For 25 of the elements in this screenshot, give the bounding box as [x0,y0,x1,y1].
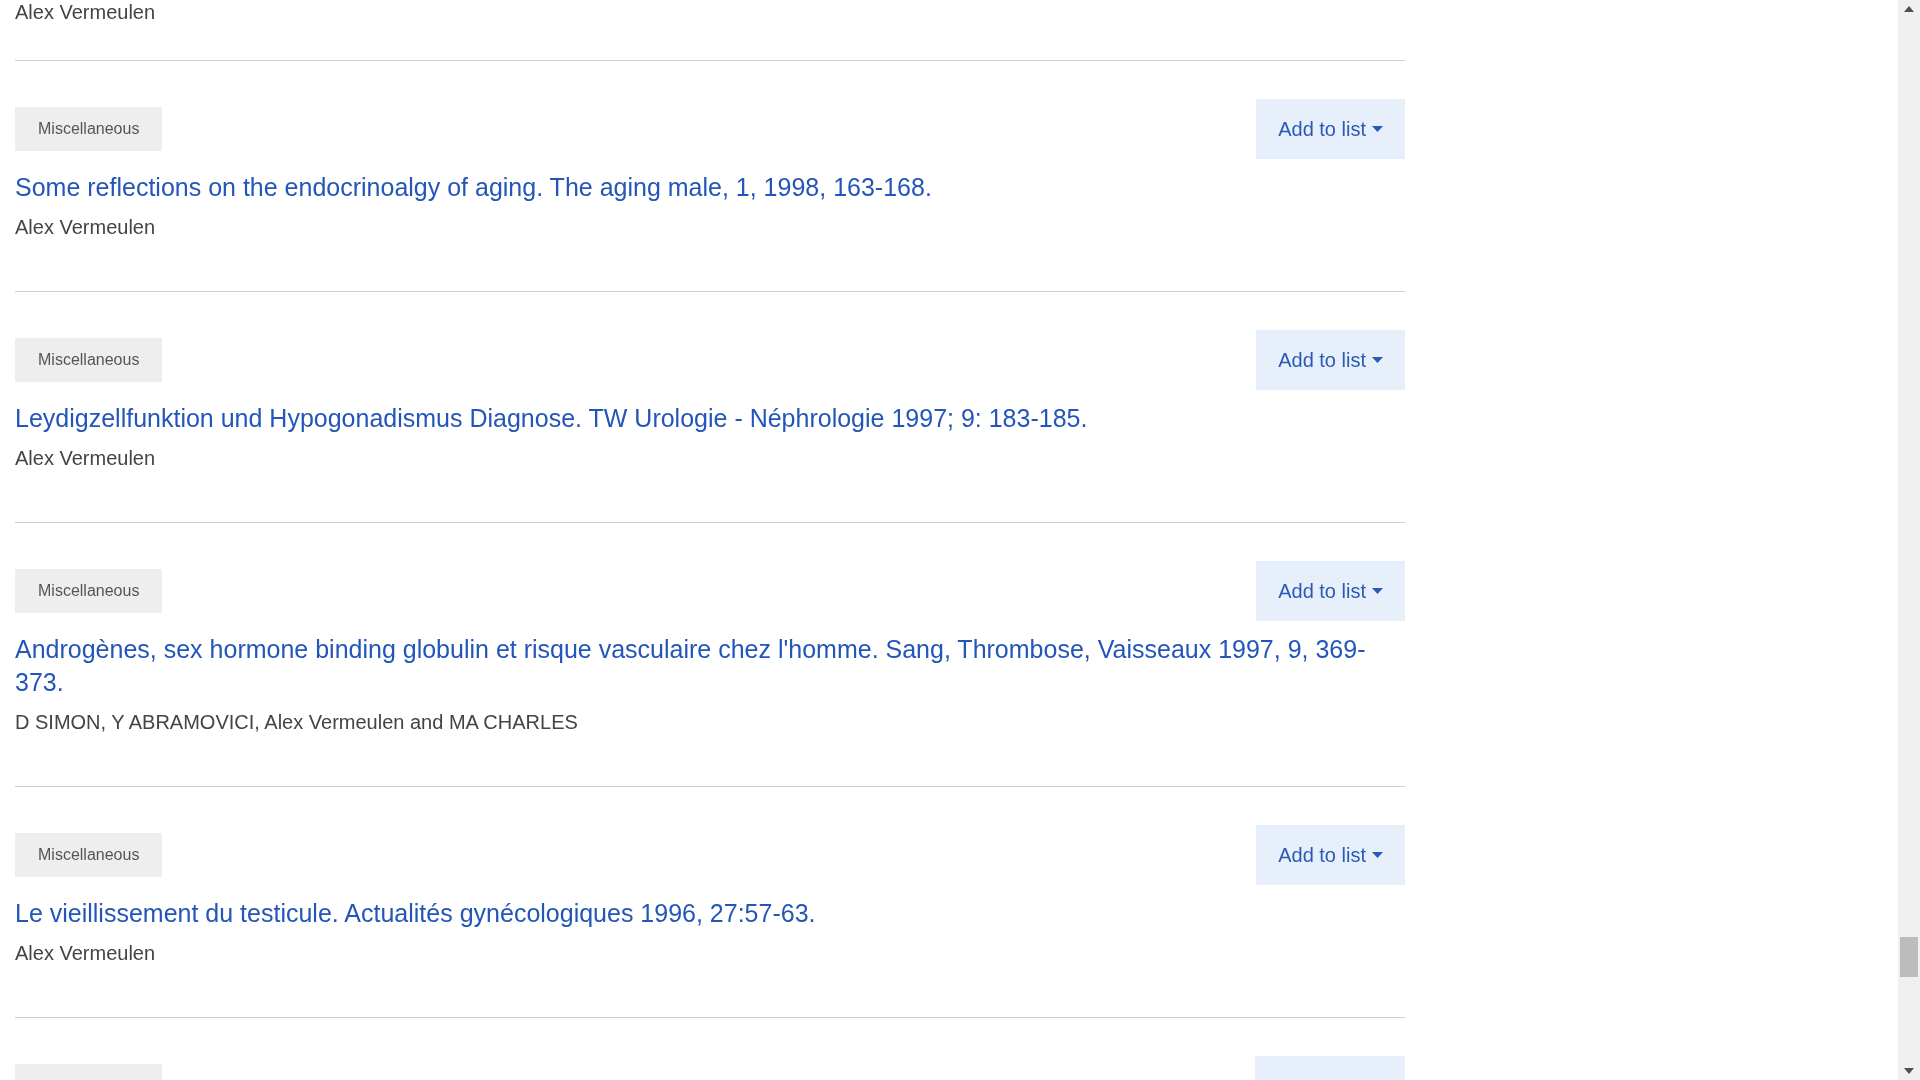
scroll-down-icon[interactable] [1904,1068,1914,1074]
add-to-list-button[interactable]: Add to list [1256,825,1405,885]
publication-title-link[interactable]: Le vieillissement du testicule. Actualités gynécologiques 1996, 27:57-63. [15,897,1405,930]
add-to-list-button[interactable]: Add to list [1256,561,1405,621]
category-tag: Miscellaneous [15,569,163,613]
publication-title-link[interactable]: Leydigzellfunktion und Hypogonadismus Diagnose. TW Urologie - Néphrologie 1997; 9: 183-185. [15,402,1405,435]
caret-icon [1372,357,1383,363]
category-tag: Miscellaneous [15,833,163,877]
caret-icon [1372,852,1383,858]
scroll-up-icon[interactable] [1904,6,1914,12]
author-line: D SIMON, Y ABRAMOVICI, Alex Vermeulen and MA CHARLES [15,711,579,734]
author-line: Alex Vermeulen [15,0,157,25]
author-line: Alex Vermeulen [15,942,157,965]
category-tag: Miscellaneous [15,338,163,382]
add-to-list-button[interactable]: Add to list [1256,99,1405,159]
author-line: Alex Vermeulen [15,447,157,470]
category-tag: Miscellaneous [15,107,163,151]
author-line: Alex Vermeulen [15,216,157,239]
scrollbar-thumb[interactable] [1900,937,1918,977]
scrollbar[interactable] [1898,0,1920,1080]
caret-icon [1372,588,1383,594]
add-to-list-button[interactable]: Add to list [1256,330,1405,390]
caret-icon [1372,126,1383,132]
publication-title-link[interactable]: Some reflections on the endocrinoalgy of aging. The aging male, 1, 1998, 163-168. [15,171,1405,204]
publication-title-link[interactable]: Androgènes, sex hormone binding globulin et risque vasculaire chez l'homme. Sang, Thrombose, Vaisseaux 1997, 9, 369-373. [15,633,1405,699]
